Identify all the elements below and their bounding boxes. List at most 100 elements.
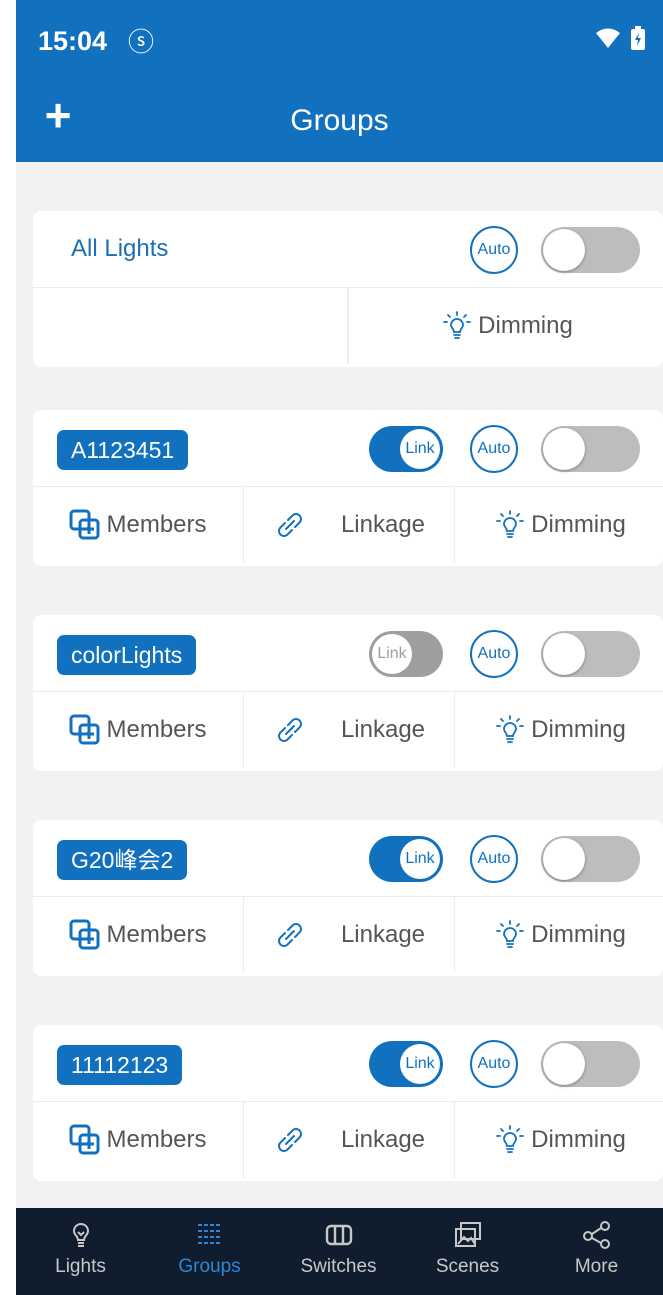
group-header: G20峰会2 Link Auto xyxy=(33,820,663,897)
group-actions: Members Linkage Dimming xyxy=(33,1102,663,1178)
linkage-button[interactable]: Linkage xyxy=(243,897,454,973)
tab-label: Scenes xyxy=(435,1256,500,1277)
members-button[interactable]: Members xyxy=(33,692,242,768)
bottom-tab-bar: Lights Groups Switches Scenes More xyxy=(16,1208,663,1295)
bulb-icon xyxy=(440,309,474,343)
status-bar: 15:04 ⓢ xyxy=(16,0,663,84)
auto-button[interactable]: Auto xyxy=(470,1040,518,1088)
members-icon xyxy=(68,918,102,952)
group-actions: Members Linkage Dimming xyxy=(33,487,663,563)
members-label: Members xyxy=(106,511,207,538)
group-header: A1123451 Link Auto xyxy=(33,410,663,487)
members-icon xyxy=(68,1123,102,1157)
link-toggle[interactable]: Link xyxy=(369,836,443,882)
members-label: Members xyxy=(106,716,207,743)
group-header: colorLights Link Auto xyxy=(33,615,663,692)
toggle-knob xyxy=(543,838,585,880)
members-button[interactable]: Members xyxy=(33,1102,242,1178)
toggle-knob xyxy=(543,428,585,470)
bulb-icon xyxy=(493,1123,527,1157)
group-name-badge[interactable]: 11112123 xyxy=(57,1045,183,1085)
members-button[interactable]: Members xyxy=(33,897,242,973)
link-toggle[interactable]: Link xyxy=(369,631,443,677)
link-icon xyxy=(273,1123,307,1157)
linkage-button[interactable]: Linkage xyxy=(243,487,454,563)
app-bar: + Groups xyxy=(16,84,663,162)
bulb-icon xyxy=(493,918,527,952)
all-lights-title[interactable]: All Lights xyxy=(71,235,168,263)
empty-cell xyxy=(33,288,348,364)
linkage-button[interactable]: Linkage xyxy=(243,692,454,768)
dimming-button[interactable]: Dimming xyxy=(454,487,663,563)
tab-groups[interactable]: Groups xyxy=(145,1208,274,1295)
dimming-button[interactable]: Dimming xyxy=(454,897,663,973)
auto-button[interactable]: Auto xyxy=(470,630,518,678)
link-icon xyxy=(273,508,307,542)
power-toggle[interactable] xyxy=(541,631,640,677)
linkage-label: Linkage xyxy=(340,1126,426,1153)
link-knob: Link xyxy=(400,429,440,469)
tab-label: Lights xyxy=(55,1256,106,1277)
tab-more[interactable]: More xyxy=(532,1208,661,1295)
switch-icon xyxy=(325,1224,352,1246)
link-icon xyxy=(273,713,307,747)
dimming-label: Dimming xyxy=(478,312,573,339)
wifi-icon xyxy=(596,28,620,48)
dimming-button[interactable]: Dimming xyxy=(454,1102,663,1178)
tab-label: Switches xyxy=(300,1256,377,1277)
page-title: Groups xyxy=(290,104,389,137)
group-actions: Members Linkage Dimming xyxy=(33,692,663,768)
dimming-label: Dimming xyxy=(531,1126,626,1153)
phone-screen: 15:04 ⓢ + Groups All Lights Auto Dimming xyxy=(16,0,663,1295)
linkage-label: Linkage xyxy=(340,511,426,538)
members-button[interactable]: Members xyxy=(33,487,242,563)
group-name-badge[interactable]: G20峰会2 xyxy=(57,840,188,880)
auto-button[interactable]: Auto xyxy=(470,425,518,473)
members-icon xyxy=(68,508,102,542)
all-lights-actions: Dimming xyxy=(33,288,663,364)
members-label: Members xyxy=(106,1126,207,1153)
group-card: 11112123 Link Auto Members Linkage Dimmi… xyxy=(33,1025,663,1181)
bulb-icon xyxy=(493,713,527,747)
group-name-badge[interactable]: colorLights xyxy=(57,635,197,675)
power-toggle[interactable] xyxy=(541,426,640,472)
status-time: 15:04 xyxy=(38,26,108,56)
dimming-button[interactable]: Dimming xyxy=(348,288,663,364)
dimming-label: Dimming xyxy=(531,921,626,948)
tab-scenes[interactable]: Scenes xyxy=(403,1208,532,1295)
linkage-label: Linkage xyxy=(340,921,426,948)
tab-switches[interactable]: Switches xyxy=(274,1208,403,1295)
link-knob: Link xyxy=(400,839,440,879)
link-toggle[interactable]: Link xyxy=(369,1041,443,1087)
scenes-icon xyxy=(454,1222,481,1247)
auto-button[interactable]: Auto xyxy=(470,835,518,883)
tab-lights[interactable]: Lights xyxy=(16,1208,145,1295)
notification-icon: ⓢ xyxy=(128,27,155,57)
power-toggle[interactable] xyxy=(541,836,640,882)
group-header: 11112123 Link Auto xyxy=(33,1025,663,1102)
auto-button[interactable]: Auto xyxy=(470,226,518,274)
status-icons xyxy=(595,26,645,50)
link-icon xyxy=(273,918,307,952)
link-toggle[interactable]: Link xyxy=(369,426,443,472)
all-lights-card: All Lights Auto Dimming xyxy=(33,211,663,367)
group-name-badge[interactable]: A1123451 xyxy=(57,430,189,470)
dimming-label: Dimming xyxy=(531,716,626,743)
members-icon xyxy=(68,713,102,747)
power-toggle[interactable] xyxy=(541,1041,640,1087)
dimming-label: Dimming xyxy=(531,511,626,538)
tab-label: More xyxy=(574,1256,619,1277)
linkage-label: Linkage xyxy=(340,716,426,743)
bulb-icon xyxy=(493,508,527,542)
toggle-knob xyxy=(543,229,585,271)
power-toggle[interactable] xyxy=(541,227,640,273)
tab-label: Groups xyxy=(178,1256,241,1277)
members-label: Members xyxy=(106,921,207,948)
share-icon xyxy=(582,1221,610,1249)
toggle-knob xyxy=(543,1043,585,1085)
battery-icon xyxy=(631,26,645,50)
dimming-button[interactable]: Dimming xyxy=(454,692,663,768)
toggle-knob xyxy=(543,633,585,675)
group-card: colorLights Link Auto Members Linkage Di… xyxy=(33,615,663,771)
linkage-button[interactable]: Linkage xyxy=(243,1102,454,1178)
